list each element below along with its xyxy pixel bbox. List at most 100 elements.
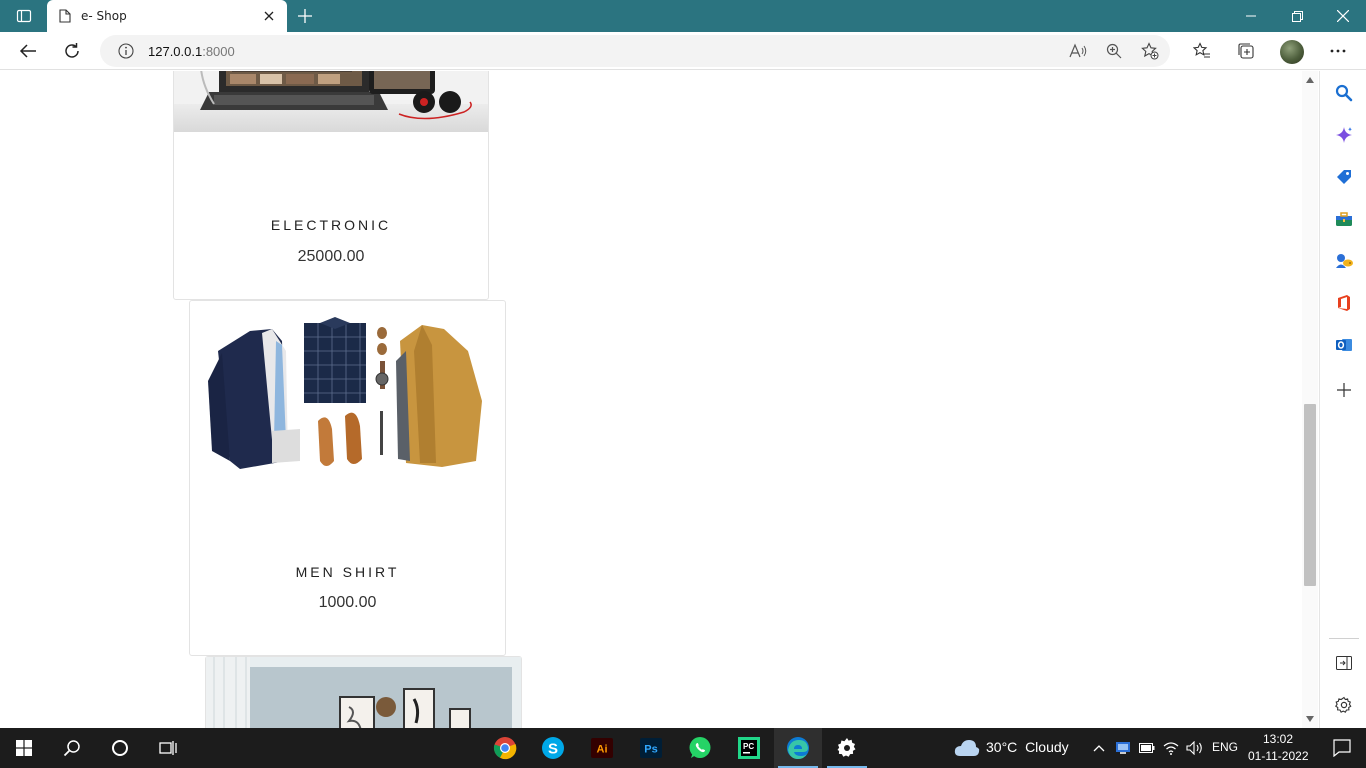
settings-icon <box>1335 696 1352 713</box>
tray-app-button[interactable] <box>1112 728 1134 768</box>
sidebar-tools-button[interactable] <box>1330 205 1358 233</box>
taskbar-search-icon <box>63 740 80 757</box>
cortana-icon <box>112 740 128 756</box>
close-tab-button[interactable] <box>255 2 283 30</box>
scroll-up-button[interactable] <box>1302 73 1318 87</box>
sidebar-divider <box>1329 638 1359 639</box>
sidebar-copilot-button[interactable] <box>1330 121 1358 149</box>
tab-actions-button[interactable] <box>8 4 40 28</box>
chrome-icon <box>493 737 517 760</box>
favorites-button[interactable] <box>1187 36 1217 66</box>
language-indicator[interactable]: ENG <box>1212 740 1238 754</box>
sidebar-outlook-button[interactable] <box>1330 331 1358 359</box>
sidebar-settings-button[interactable] <box>1330 691 1358 719</box>
volume-icon <box>1186 741 1202 755</box>
zoom-icon <box>1106 43 1122 59</box>
taskbar-app-skype[interactable]: S <box>529 728 577 768</box>
tab-title: e- Shop <box>81 9 127 23</box>
product-image-room <box>206 657 521 728</box>
taskbar-app-edge[interactable] <box>774 728 822 768</box>
sidebar-split-screen-button[interactable] <box>1330 649 1358 677</box>
pycharm-icon: PC <box>738 737 760 759</box>
title-bar: e- Shop <box>0 0 1366 32</box>
cloud-icon <box>954 740 980 756</box>
wifi-icon <box>1163 742 1179 755</box>
product-image-laptop <box>174 71 488 132</box>
whatsapp-icon <box>689 737 711 758</box>
weather-summary: 30°C Cloudy <box>986 739 1069 755</box>
taskbar-app-chrome[interactable] <box>481 728 529 768</box>
skype-icon: S <box>542 737 564 759</box>
info-icon <box>118 43 134 59</box>
restore-icon <box>1291 10 1303 22</box>
split-screen-icon <box>1336 656 1352 670</box>
outlook-icon <box>1336 339 1352 351</box>
settings-app-icon <box>837 738 856 757</box>
sidebar-add-button[interactable] <box>1330 376 1358 404</box>
sidebar-office-button[interactable] <box>1330 289 1358 317</box>
scrollbar-thumb[interactable] <box>1304 404 1316 586</box>
new-tab-button[interactable] <box>292 4 318 28</box>
product-name: ELECTRONIC <box>270 217 392 233</box>
add-favorite-button[interactable] <box>1136 37 1164 65</box>
zoom-button[interactable] <box>1100 37 1128 65</box>
start-button[interactable] <box>0 728 48 768</box>
show-hidden-icons-button[interactable] <box>1088 728 1110 768</box>
tray-app-icon <box>1116 742 1130 754</box>
photoshop-icon: Ps <box>640 738 662 758</box>
product-image-men-shirt <box>200 311 496 481</box>
edge-sidebar <box>1319 71 1366 728</box>
battery-button[interactable] <box>1136 728 1158 768</box>
read-aloud-button[interactable] <box>1064 37 1092 65</box>
product-price: 1000.00 <box>318 594 377 611</box>
restore-button[interactable] <box>1274 0 1320 32</box>
more-options-button[interactable] <box>1323 36 1353 66</box>
product-price: 25000.00 <box>297 248 365 265</box>
refresh-button[interactable] <box>57 36 87 66</box>
page-content: ELECTRONIC 25000.00 MEN SHIRT 1000.00 <box>0 71 1302 728</box>
page-scrollbar[interactable] <box>1302 71 1318 728</box>
games-icon <box>1336 254 1353 268</box>
back-button[interactable] <box>13 36 43 66</box>
weather-condition: Cloudy <box>1025 739 1069 755</box>
battery-icon <box>1139 743 1155 753</box>
taskbar-app-pycharm[interactable]: PC <box>725 728 773 768</box>
product-card[interactable] <box>205 656 522 728</box>
profile-avatar[interactable] <box>1280 40 1304 64</box>
add-icon <box>1337 383 1351 397</box>
sidebar-search-button[interactable] <box>1330 79 1358 107</box>
collections-button[interactable] <box>1231 36 1261 66</box>
address-bar[interactable]: 127.0.0.1:8000 <box>100 35 1170 67</box>
volume-button[interactable] <box>1184 728 1206 768</box>
taskbar-app-illustrator[interactable]: Ai <box>578 728 626 768</box>
sidebar-games-button[interactable] <box>1330 247 1358 275</box>
svg-text:S: S <box>548 741 558 758</box>
task-view-button[interactable] <box>144 728 192 768</box>
minimize-button[interactable] <box>1228 0 1274 32</box>
tab-e-shop[interactable]: e- Shop <box>47 0 287 32</box>
taskbar-app-whatsapp[interactable] <box>676 728 724 768</box>
task-view-icon <box>159 741 177 755</box>
site-info-button[interactable] <box>112 37 140 65</box>
plus-icon <box>298 9 312 23</box>
sidebar-shopping-button[interactable] <box>1330 163 1358 191</box>
scroll-down-button[interactable] <box>1302 712 1318 726</box>
tools-icon <box>1336 212 1352 226</box>
close-window-button[interactable] <box>1320 0 1366 32</box>
notifications-button[interactable] <box>1318 728 1366 768</box>
taskbar-search-button[interactable] <box>48 728 96 768</box>
taskbar-app-photoshop[interactable]: Ps <box>627 728 675 768</box>
page-icon <box>59 9 71 23</box>
product-card[interactable]: MEN SHIRT 1000.00 <box>189 300 506 656</box>
close-icon <box>264 11 274 21</box>
collections-icon <box>1238 43 1254 59</box>
clock-date: 01-11-2022 <box>1248 749 1309 763</box>
cortana-button[interactable] <box>96 728 144 768</box>
weather-temperature: 30°C <box>986 739 1018 755</box>
product-card[interactable]: ELECTRONIC 25000.00 <box>173 71 489 300</box>
scroll-up-icon <box>1306 77 1314 83</box>
tab-actions-icon <box>16 9 32 23</box>
taskbar-app-settings[interactable] <box>823 728 871 768</box>
url-host: 127.0.0.1 <box>148 43 203 59</box>
network-button[interactable] <box>1160 728 1182 768</box>
